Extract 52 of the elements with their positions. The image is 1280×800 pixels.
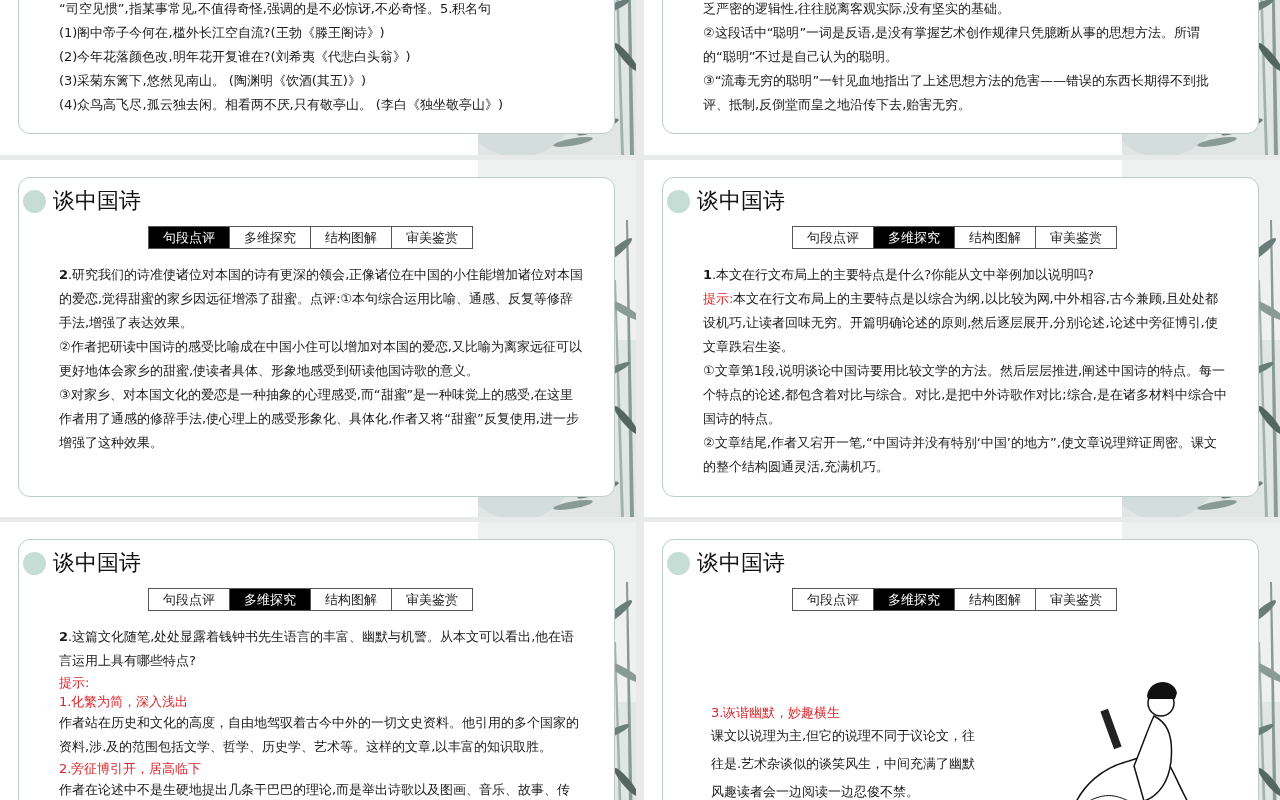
title-dot-icon <box>667 189 690 213</box>
slide-thumbnail[interactable]: 乏严密的逻辑性,往往脱离客观实际,没有坚实的基础。 ②这段话中“聪明”一词是反语,是没有掌握艺术创作规律只凭臆断从事的思想方法。所谓的“聪明”不过是自己认为的聪明。 ③“流毒无穷的聪明”一针见血地指出了上述思想方法的危害——错误的东西长期得不到批评、抵制,反倒堂而皇之地沿传下去,贻害无穷。 <box>644 0 1280 155</box>
paragraph: 2.研究我们的诗准使诸位对本国的诗有更深的领会,正像诸位在中国的小住能增加诸位对本国的爱恋,觉得甜蜜的家乡因远征增添了甜蜜。点评:①本句综合运用比喻、通感、反复等修辞手法,增强了表达效果。 <box>59 266 584 332</box>
hint-heading: 2.旁征博引开，居高临下 <box>59 760 203 778</box>
title-dot-icon <box>667 551 690 575</box>
paragraph: 作者站在历史和文化的高度，自由地驾驭着古今中外的一切文史资料。他引用的多个国家的资料,涉.及的范围包括文学、哲学、历史学、艺术等。这样的文章,以丰富的知识取胜。 <box>59 714 580 756</box>
title-dot-icon <box>23 551 46 575</box>
tab[interactable]: 审美鉴赏 <box>390 226 473 249</box>
tab[interactable]: 结构图解 <box>309 588 392 611</box>
tab[interactable]: 审美鉴赏 <box>1034 226 1117 249</box>
hint-heading: 提示: <box>59 674 91 692</box>
slide-thumbnail[interactable]: “司空见惯”,指某事常见,不值得奇怪,强调的是不必惊讶,不必奇怪。5.积名句 (1)阁中帝子今何在,槛外长江空自流?(王勃《滕王阁诗》) (2)今年花落颜色改,明年花开复谁在?(刘希夷《代悲白头翁》) (3)采菊东篱下,悠然见南山。 (陶渊明《饮酒(其五)》) (4)众鸟高飞尽,孤云独去闲。相看两不厌,只有敬亭山。 (李白《独坐敬亭山》) <box>0 0 636 155</box>
tab[interactable]: 多维探究 <box>228 226 311 249</box>
paragraph: ①文章第1段,说明谈论中国诗要用比较文学的方法。然后层层推进,阐述中国诗的特点。每一个特点的论述,都包含着对比与综合。对比,是把中外诗歌作对比;综合,是在诸多材料中综合中国诗的特点。 <box>703 362 1228 428</box>
paragraph: 2.这篇文化随笔,处处显露着钱钟书先生语言的丰富、幽默与机警。从本文可以看出,他在语言运用上具有哪些特点? <box>59 628 576 670</box>
tab[interactable]: 句段点评 <box>791 226 874 249</box>
paragraph: (1)阁中帝子今何在,槛外长江空自流?(王勃《滕王阁诗》) <box>59 24 386 42</box>
tab[interactable]: 多维探究 <box>872 226 955 249</box>
paragraph: ②这段话中“聪明”一词是反语,是没有掌握艺术创作规律只凭臆断从事的思想方法。所谓的“聪明”不过是自己认为的聪明。 <box>703 24 1202 66</box>
slide-title: 谈中国诗 <box>697 549 785 577</box>
tab[interactable]: 句段点评 <box>791 588 874 611</box>
slide-title: 谈中国诗 <box>53 187 141 215</box>
tab[interactable]: 句段点评 <box>147 588 230 611</box>
tab[interactable]: 句段点评 <box>147 226 230 249</box>
tab[interactable]: 多维探究 <box>228 588 311 611</box>
paragraph: ②作者把研读中国诗的感受比喻成在中国小住可以增加对本国的爱恋,又比喻为离家远征可以更好地体会家乡的甜蜜,使读者具体、形象地感受到研读他国诗歌的意义。 <box>59 338 583 380</box>
tab[interactable]: 结构图解 <box>309 226 392 249</box>
slide-thumbnail[interactable]: 谈中国诗 句段点评 多维探究 结构图解 审美鉴赏 3.诙谐幽默，妙趣横生 课文以说理为主,但它的说理不同于议论文，往往是.艺术杂谈似的谈笑风生，中间充满了幽默风趣读者会一边阅读一边忍俊不禁。 <box>644 522 1280 800</box>
tab[interactable]: 结构图解 <box>953 226 1036 249</box>
paragraph: ③对家乡、对本国文化的爱恋是一种抽象的心理感受,而“甜蜜”是一种味觉上的感受,在这里作者用了通感的修辞手法,使心理上的感受形象化、具体化,作者又将“甜蜜”反复使用,进一步增强了这种效果。 <box>59 386 580 452</box>
title-dot-icon <box>23 189 46 213</box>
paragraph: (3)采菊东篱下,悠然见南山。 (陶渊明《饮酒(其五)》) <box>59 72 367 90</box>
paragraph: 作者在论述中不是生硬地提出几条干巴巴的理论,而是举出诗歌以及图画、音乐、故事、传 <box>59 781 572 799</box>
paragraph: 1.本文在行文布局上的主要特点是什么?你能从文中举例加以说明吗? <box>703 266 1095 284</box>
paragraph: 乏严密的逻辑性,往往脱离客观实际,没有坚实的基础。 <box>703 0 1012 18</box>
paragraph: “司空见惯”,指某事常见,不值得奇怪,强调的是不必惊讶,不必奇怪。5.积名句 <box>59 0 493 18</box>
paragraph: ③“流毒无穷的聪明”一针见血地指出了上述思想方法的危害——错误的东西长期得不到批评、抵制,反倒堂而皇之地沿传下去,贻害无穷。 <box>703 72 1211 114</box>
paragraph: ②文章结尾,作者又宕开一笔,“中国诗并没有特别‘中国’的地方”,使文章说理辩证周密。课文的整个结构圆通灵活,充满机巧。 <box>703 434 1218 476</box>
hint-heading: 3.诙谐幽默，妙趣横生 <box>711 704 842 722</box>
slide-title: 谈中国诗 <box>53 549 141 577</box>
tab[interactable]: 审美鉴赏 <box>390 588 473 611</box>
slide-thumbnail[interactable] <box>644 160 1280 517</box>
paragraph: (4)众鸟高飞尽,孤云独去闲。相看两不厌,只有敬亭山。 (李白《独坐敬亭山》) <box>59 96 504 114</box>
hint-heading: 1.化繁为简，深入浅出 <box>59 693 190 711</box>
tab[interactable]: 多维探究 <box>872 588 955 611</box>
paragraph: 课文以说理为主,但它的说理不同于议论文，往往是.艺术杂谈似的谈笑风生，中间充满了幽默风趣读者会一边阅读一边忍俊不禁。 <box>711 727 977 800</box>
tab[interactable]: 结构图解 <box>953 588 1036 611</box>
tab[interactable]: 审美鉴赏 <box>1034 588 1117 611</box>
slide-title: 谈中国诗 <box>697 187 785 215</box>
paragraph: 提示:本文在行文布局上的主要特点是以综合为纲,以比较为网,中外相容,古今兼顾,且处处都设机巧,让读者回味无穷。开篇明确论述的原则,然后逐层展开,分别论述,论述中旁征博引,使文章跌宕生姿。 <box>703 290 1219 356</box>
slide-thumbnail[interactable] <box>0 160 636 517</box>
paragraph: (2)今年花落颜色改,明年花开复谁在?(刘希夷《代悲白头翁》) <box>59 48 412 66</box>
